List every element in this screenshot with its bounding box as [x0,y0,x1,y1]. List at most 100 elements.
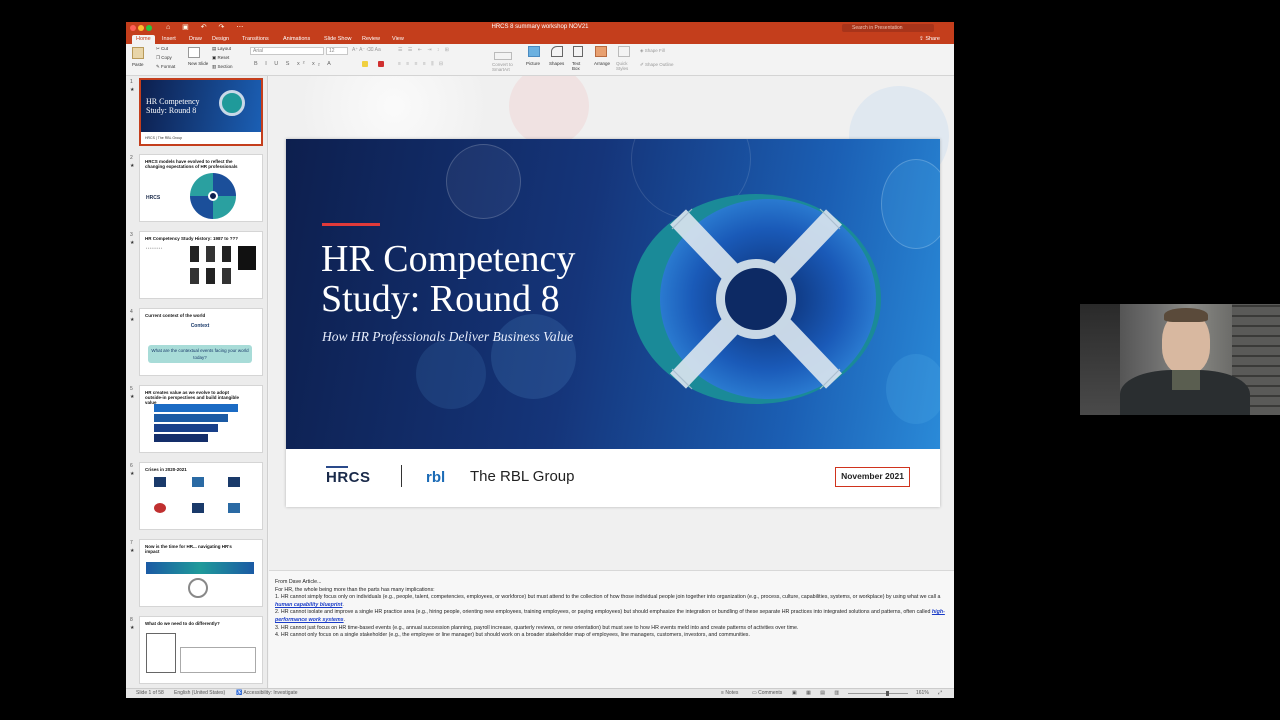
tab-design[interactable]: Design [208,35,233,44]
thumb-number: 2 [130,155,133,161]
convert-smartart-button[interactable]: Convert to SmartArt [492,62,520,72]
slide-thumbnail-5[interactable]: HR creates value as we evolve to adopt o… [139,385,263,453]
list-buttons[interactable]: ☰ ☰ ⇤ ⇥ ↕ ⊞ [398,47,451,53]
highlight-color-icon[interactable] [362,61,368,67]
slide-footer: HRCS rbl The RBL Group November 2021 [286,449,940,507]
section-label: Section [217,64,233,69]
slide-thumbnail-6[interactable]: Crises in 2020-2021 [139,462,263,530]
slide-bubble [416,339,486,409]
thumb-graphic [188,578,208,598]
shape-fill-button[interactable]: ◈ Shape Fill [640,48,665,54]
thumb-icon [192,477,204,487]
tab-view[interactable]: View [388,35,408,44]
slide-subtitle[interactable]: How HR Professionals Deliver Business Va… [322,329,573,345]
zoom-slider-thumb[interactable] [886,691,889,696]
view-buttons[interactable]: ▣ ▦ ▤ ▥ [792,689,843,698]
thumb-number: 1 [130,79,133,85]
section-button[interactable]: ▥ Section [212,64,233,70]
tab-home[interactable]: Home [132,35,155,44]
accessibility-label: Accessibility: Investigate [243,690,298,696]
language-indicator[interactable]: English (United States) [174,689,225,698]
picture-button[interactable]: Picture [526,61,540,66]
slide-thumbnail-7[interactable]: Now is the time for HR... navigating HR'… [139,539,263,607]
reset-label: Reset [217,55,230,60]
thumb-logos: HRCS | The RBL Group [145,136,183,140]
star-icon: ★ [130,394,135,400]
align-buttons[interactable]: ≡ ≡ ≡ ≡ ⫼ ⊟ [398,61,445,67]
main-slide[interactable]: HR Competency Study: Round 8 How HR Prof… [286,139,940,507]
font-name-select[interactable]: Arial [250,47,324,55]
thumb-book [238,246,256,270]
tab-draw[interactable]: Draw [185,35,206,44]
arrange-button[interactable]: Arrange [594,61,610,66]
shape-outline-button[interactable]: ✐ Shape Outline [640,62,674,68]
font-size-adjust-icons[interactable]: A⁺ A⁻ ⌫ Aa [352,47,381,53]
thumb-number: 5 [130,386,133,392]
slide-thumbnail-1[interactable]: HR Competency Study: Round 8 HRCS | The … [139,78,263,146]
reset-button[interactable]: ▣ Reset [212,55,229,61]
text-box-icon[interactable] [573,46,583,57]
font-size-select[interactable]: 12 [326,47,348,55]
thumb-title: Current context of the world [145,313,206,318]
slide-bubble [491,314,576,399]
fit-slide-icon[interactable]: ⤢ [938,689,942,698]
thumb-book [206,268,215,284]
search-input[interactable]: Search in Presentation [842,24,934,32]
smartart-icon[interactable] [494,52,512,60]
quick-styles-icon[interactable] [618,46,630,57]
thumb-icon [228,503,240,513]
comments-toggle[interactable]: ▭ Comments [752,689,782,698]
thumb-book [190,268,199,284]
arrange-icon[interactable] [595,46,607,57]
tab-review[interactable]: Review [358,35,384,44]
layout-label: Layout [217,46,232,51]
slide-thumbnail-8[interactable]: What do we need to do differently? [139,616,263,684]
slide-thumbnail-4[interactable]: Current context of the world Context Wha… [139,308,263,376]
layout-button[interactable]: ▤ Layout [212,46,231,52]
thumb-logo: HRCS [146,195,161,201]
notes-text: . [342,601,344,608]
picture-icon[interactable] [528,46,540,57]
new-slide-icon[interactable] [188,47,200,58]
speaker-notes[interactable]: From Dave Article... For HR, the whole b… [269,570,954,688]
slide-thumbnail-3[interactable]: HR Competency Study History: 1987 to ???… [139,231,263,299]
webcam-overlay [1080,304,1280,415]
format-label: Format [161,64,176,69]
thumb-question: What are the contextual events facing yo… [148,345,252,363]
slide-title[interactable]: HR Competency Study: Round 8 [321,239,661,319]
notes-item-2: 2. HR cannot isolate and improve a singl… [275,609,948,624]
font-color-icon[interactable] [378,61,384,67]
tab-animations[interactable]: Animations [279,35,314,44]
tab-insert[interactable]: Insert [158,35,180,44]
tab-transitions[interactable]: Transitions [238,35,273,44]
format-painter-button[interactable]: ✎ Format [156,64,175,70]
star-icon: ★ [130,163,135,169]
paste-icon[interactable] [132,47,144,59]
copy-button[interactable]: ❐ Copy [156,55,172,61]
new-slide-button[interactable]: New Slide [188,61,210,66]
thumb-book [222,268,231,284]
slide-thumbnail-pane[interactable]: 1 ★ HR Competency Study: Round 8 HRCS | … [126,76,268,688]
accessibility-button[interactable]: ♿ Accessibility: Investigate [236,689,298,698]
zoom-level[interactable]: 161% [916,689,929,698]
tab-slide-show[interactable]: Slide Show [320,35,356,44]
paste-button[interactable]: Paste [132,62,144,67]
notes-text: 1. HR cannot simply focus only on indivi… [275,594,941,601]
notes-toggle[interactable]: ≡ Notes [721,689,738,698]
slide-editor[interactable]: HR Competency Study: Round 8 How HR Prof… [269,76,954,688]
quick-styles-button[interactable]: Quick Styles [616,61,634,71]
share-button[interactable]: ⇪ Share [919,35,940,44]
zoom-slider[interactable] [848,693,908,694]
font-format-buttons[interactable]: B I U S x² x₂ A [254,61,334,67]
webcam-background-left [1080,304,1120,415]
slide-thumbnail-2[interactable]: HRCS models have evolved to reflect the … [139,154,263,222]
date-badge[interactable]: November 2021 [835,467,910,487]
text-box-button[interactable]: Text Box [572,61,586,71]
cut-button[interactable]: ✂ Cut [156,46,168,52]
human-capability-blueprint-link[interactable]: human capability blueprint [275,602,342,608]
shapes-icon[interactable] [551,46,563,57]
thumb-title: HR Competency Study: Round 8 [146,97,200,115]
thumb-graphic [219,90,245,116]
shapes-button[interactable]: Shapes [549,61,564,66]
notes-line: For HR, the whole being more than the pa… [275,586,435,593]
